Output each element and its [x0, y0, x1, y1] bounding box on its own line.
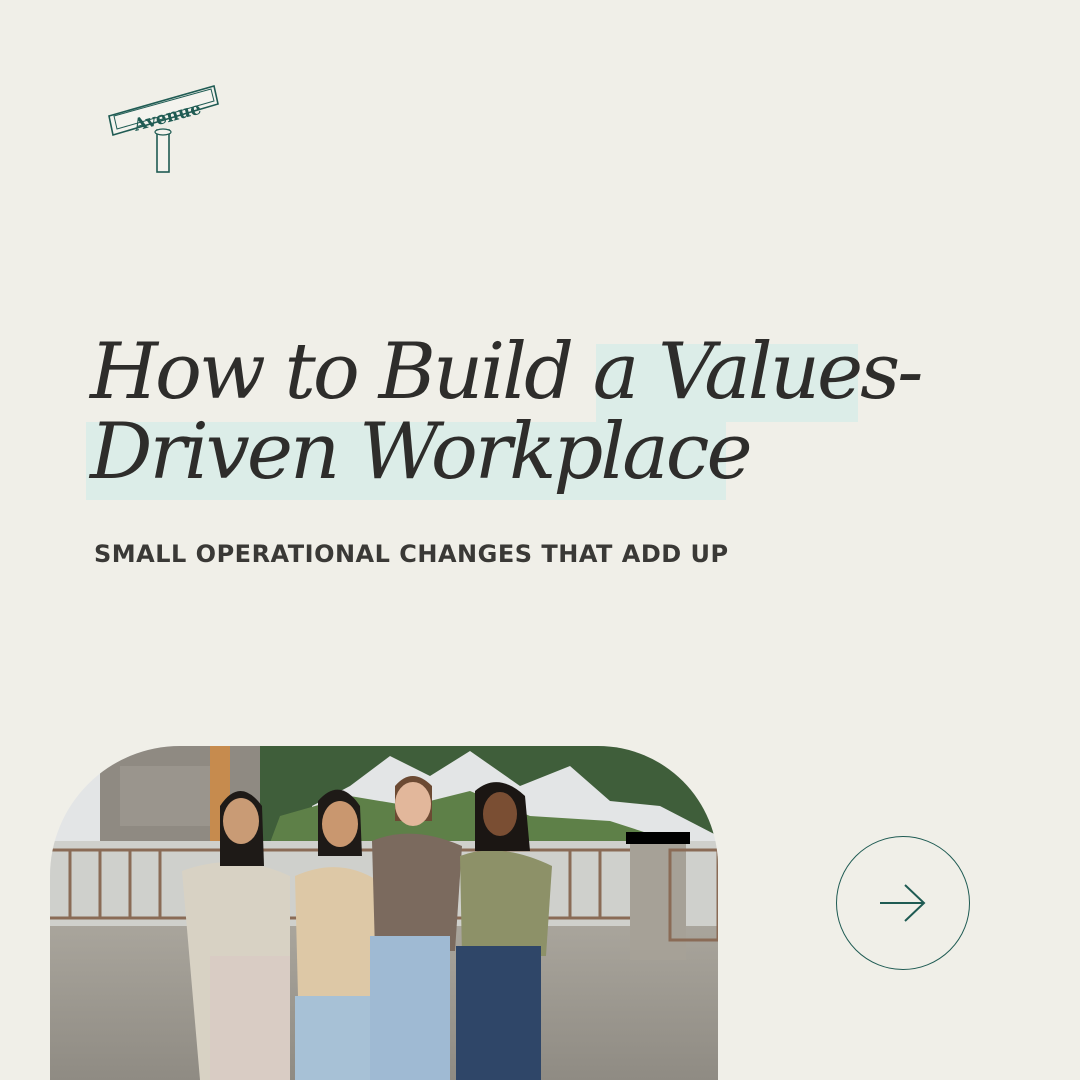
street-sign-icon: Avenue	[108, 84, 219, 173]
title-highlight-text-1: Values-	[658, 327, 923, 417]
team-photo	[50, 746, 718, 1080]
next-button[interactable]	[836, 836, 970, 970]
page-title: How to Build a Values- Driven Workplace	[86, 332, 990, 500]
subtitle: SMALL OPERATIONAL CHANGES THAT ADD UP	[94, 540, 729, 568]
title-line-2: Driven Workplace	[86, 412, 990, 500]
arrow-right-icon	[880, 884, 926, 922]
title-line-1: How to Build a Values-	[90, 332, 990, 422]
avenue-logo: Avenue	[104, 78, 224, 178]
title-plain-text: How to Build a	[90, 327, 659, 417]
team-photo-image	[50, 746, 718, 1080]
title-highlight-text-2: Driven Workplace	[90, 407, 753, 497]
